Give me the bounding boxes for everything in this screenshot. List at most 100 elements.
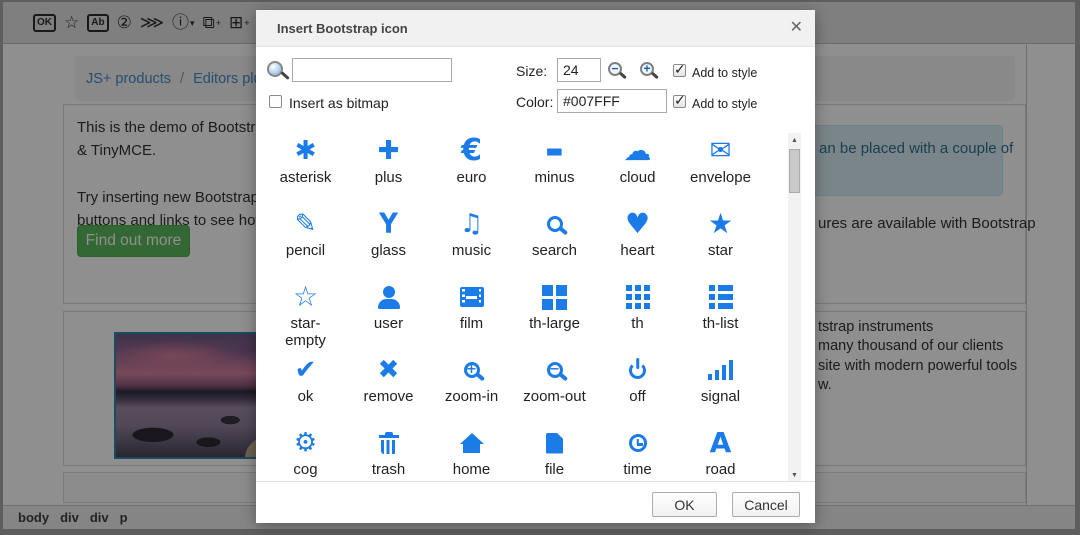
dialog-titlebar[interactable]: Insert Bootstrap icon ✕ (256, 10, 815, 47)
dialog-footer: OK Cancel (256, 481, 815, 523)
icon-grid: ✱ asterisk ✚ plus € euro ▬ minus ☁ cloud ✉ envelope… (256, 122, 784, 481)
icon-label: th-list (702, 315, 739, 332)
envelope-icon: ✉ (709, 136, 732, 166)
decrease-size-icon[interactable] (608, 62, 622, 76)
insert-bootstrap-icon-dialog: Insert Bootstrap icon ✕ Insert as bitmap… (256, 10, 815, 523)
icon-label: zoom-in (444, 388, 499, 405)
plus-icon: ✚ (377, 136, 400, 166)
asterisk-icon: ✱ (294, 136, 317, 166)
icon-search-input[interactable] (292, 58, 452, 82)
icon-label: minus (534, 169, 575, 186)
bootstrap-icon-minus[interactable]: ▬ minus (513, 134, 596, 207)
size-add-to-style-label: Add to style (692, 66, 758, 80)
icon-label: trash (371, 461, 406, 478)
bootstrap-icon-asterisk[interactable]: ✱ asterisk (264, 134, 347, 207)
ok-button[interactable]: OK (652, 492, 717, 517)
bootstrap-icon-user[interactable]: user (347, 280, 430, 353)
bootstrap-icon-signal[interactable]: signal (679, 353, 762, 426)
icon-label: heart (620, 242, 655, 259)
bootstrap-icon-cog[interactable]: ⚙ cog (264, 426, 347, 481)
icon-label: file (544, 461, 565, 478)
dialog-scrollbar[interactable]: ▲ ▼ (788, 133, 801, 483)
bootstrap-icon-pencil[interactable]: ✎ pencil (264, 207, 347, 280)
icon-label: zoom-out (523, 388, 586, 405)
th-large-icon (538, 280, 572, 314)
bootstrap-icon-star[interactable]: ★ star (679, 207, 762, 280)
icon-label: remove (363, 388, 414, 405)
insert-as-bitmap-label: Insert as bitmap (289, 95, 389, 111)
icon-label: th-large (529, 315, 580, 332)
icon-label: road (705, 461, 736, 478)
bootstrap-icon-off[interactable]: off (596, 353, 679, 426)
off-icon (621, 353, 655, 387)
bootstrap-icon-euro[interactable]: € euro (430, 134, 513, 207)
color-input[interactable] (557, 89, 667, 113)
icon-label: asterisk (279, 169, 332, 186)
icon-label: cloud (619, 169, 656, 186)
screen: OK ☆ Ab ② ⋙ ⓘ ▾ ⧉ + ⊞ + JS+ products / Editors plugi… (0, 0, 1080, 535)
bootstrap-icon-th-list[interactable]: th-list (679, 280, 762, 353)
bootstrap-icon-remove[interactable]: ✖ remove (347, 353, 430, 426)
bootstrap-icon-time[interactable]: time (596, 426, 679, 481)
increase-size-icon[interactable] (640, 62, 654, 76)
size-add-to-style-checkbox[interactable] (673, 61, 686, 78)
insert-as-bitmap-checkbox[interactable] (269, 95, 282, 108)
icon-label: star (707, 242, 733, 259)
search-icon (267, 61, 283, 77)
bootstrap-icon-ok[interactable]: ✔ ok (264, 353, 347, 426)
color-label: Color: (516, 94, 554, 110)
bootstrap-icon-star-empty[interactable]: ☆ star-empty (264, 280, 347, 353)
star-icon: ★ (707, 207, 734, 240)
icon-label: pencil (285, 242, 326, 259)
bootstrap-icon-road[interactable]: Aroad (679, 426, 762, 481)
bootstrap-icon-th-large[interactable]: th-large (513, 280, 596, 353)
bootstrap-icon-plus[interactable]: ✚ plus (347, 134, 430, 207)
star-empty-icon: ☆ (292, 280, 319, 313)
color-add-to-style-label: Add to style (692, 97, 758, 111)
bootstrap-icon-home[interactable]: home (430, 426, 513, 481)
ok-icon: ✔ (294, 355, 317, 385)
icon-label: cog (293, 461, 318, 478)
bootstrap-icon-cloud[interactable]: ☁ cloud (596, 134, 679, 207)
bootstrap-icon-th[interactable]: th (596, 280, 679, 353)
bootstrap-icon-film[interactable]: film (430, 280, 513, 353)
bootstrap-icon-heart[interactable]: ♥ heart (596, 207, 679, 280)
trash-icon (372, 426, 406, 460)
bootstrap-icon-zoom-out[interactable]: zoom-out (513, 353, 596, 426)
zoom-out-icon (538, 353, 572, 387)
scroll-up-icon[interactable]: ▲ (788, 134, 801, 147)
icon-label: glass (370, 242, 407, 259)
icon-label: time (623, 461, 652, 478)
bootstrap-icon-music[interactable]: ♫ music (430, 207, 513, 280)
icon-label: envelope (690, 169, 751, 186)
th-icon (621, 280, 655, 314)
cancel-button[interactable]: Cancel (732, 492, 800, 517)
icon-grid-viewport: ✱ asterisk ✚ plus € euro ▬ minus ☁ cloud ✉ envelope… (256, 122, 784, 481)
scrollbar-thumb[interactable] (789, 149, 800, 193)
icon-label: euro (456, 169, 487, 186)
heart-icon: ♥ (624, 207, 651, 240)
bootstrap-icon-zoom-in[interactable]: zoom-in (430, 353, 513, 426)
icon-label: music (451, 242, 492, 259)
icon-label: search (531, 242, 578, 259)
bootstrap-icon-file[interactable]: file (513, 426, 596, 481)
bootstrap-icon-search[interactable]: search (513, 207, 596, 280)
bootstrap-icon-envelope[interactable]: ✉ envelope (679, 134, 762, 207)
icon-label: plus (374, 169, 403, 186)
color-add-to-style-checkbox[interactable] (673, 92, 686, 109)
minus-icon: ▬ (545, 139, 564, 162)
road-icon: A (709, 426, 732, 459)
bootstrap-icon-glass[interactable]: Yglass (347, 207, 430, 280)
search-icon (538, 207, 572, 241)
time-icon (621, 426, 655, 460)
close-icon[interactable]: ✕ (790, 20, 803, 36)
icon-label: home (452, 461, 491, 478)
icon-label: user (373, 315, 404, 332)
icon-label: signal (700, 388, 741, 405)
icon-label: star-empty (285, 315, 326, 349)
bootstrap-icon-trash[interactable]: trash (347, 426, 430, 481)
remove-icon: ✖ (377, 355, 400, 385)
file-icon (538, 426, 572, 460)
icon-label: ok (297, 388, 314, 405)
size-input[interactable] (557, 58, 601, 82)
